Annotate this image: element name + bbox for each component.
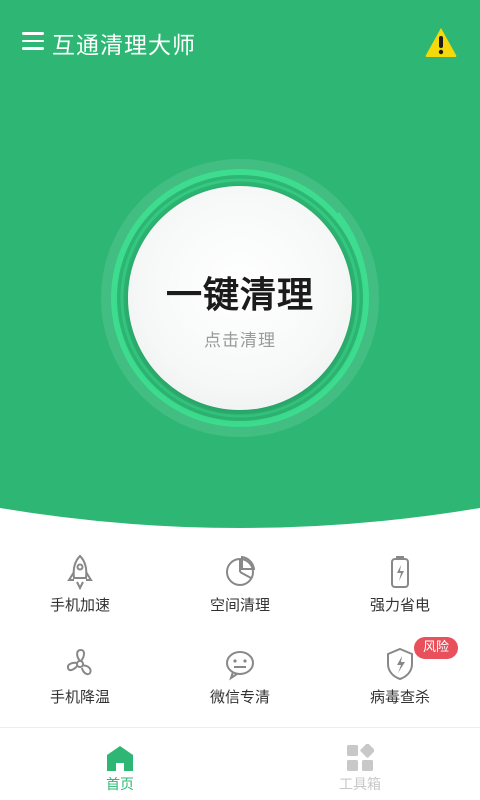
battery-icon — [391, 556, 409, 588]
rocket-icon — [67, 554, 93, 590]
wechat-icon — [226, 651, 254, 681]
pie-chart-icon — [226, 555, 256, 586]
tool-wechat-clean[interactable]: 微信专清 — [160, 638, 320, 730]
hamburger-menu-icon[interactable] — [22, 32, 44, 52]
tool-phone-cool[interactable]: 手机降温 — [0, 638, 160, 730]
one-click-clean-button[interactable]: 一键清理 点击清理 — [128, 186, 352, 410]
tool-power-save[interactable]: 强力省电 — [320, 546, 480, 638]
dial-title: 一键清理 — [165, 275, 314, 316]
tool-label: 空间清理 — [209, 596, 270, 614]
tool-label: 手机降温 — [49, 688, 110, 706]
tab-home[interactable]: 首页 — [0, 728, 240, 800]
tool-phone-boost[interactable]: 手机加速 — [0, 546, 160, 638]
top-bar: 互通清理大师 — [0, 0, 480, 84]
tool-label: 微信专清 — [209, 688, 270, 706]
toolbox-grid-icon — [347, 744, 374, 771]
warning-triangle-icon[interactable] — [424, 26, 458, 58]
dial-subtitle: 点击清理 — [204, 331, 276, 351]
tab-toolbox[interactable]: 工具箱 — [240, 728, 480, 800]
fan-icon — [66, 648, 92, 676]
tab-home-label: 首页 — [106, 777, 134, 793]
tools-grid: 手机加速 空间清理 强力省电 手机降温 微信专清 病毒查杀 — [0, 540, 480, 726]
tool-label: 强力省电 — [369, 596, 430, 614]
tool-label: 病毒查杀 — [369, 688, 430, 706]
hero-wave-shape — [0, 508, 480, 540]
home-icon — [107, 746, 133, 771]
tab-toolbox-label: 工具箱 — [339, 777, 381, 793]
risk-badge: 风险 — [414, 637, 458, 659]
shield-icon — [387, 647, 413, 681]
tool-label: 手机加速 — [49, 596, 110, 614]
bottom-tab-bar: 首页 工具箱 — [0, 728, 480, 800]
app-title: 互通清理大师 — [52, 33, 196, 59]
tool-space-clean[interactable]: 空间清理 — [160, 546, 320, 638]
